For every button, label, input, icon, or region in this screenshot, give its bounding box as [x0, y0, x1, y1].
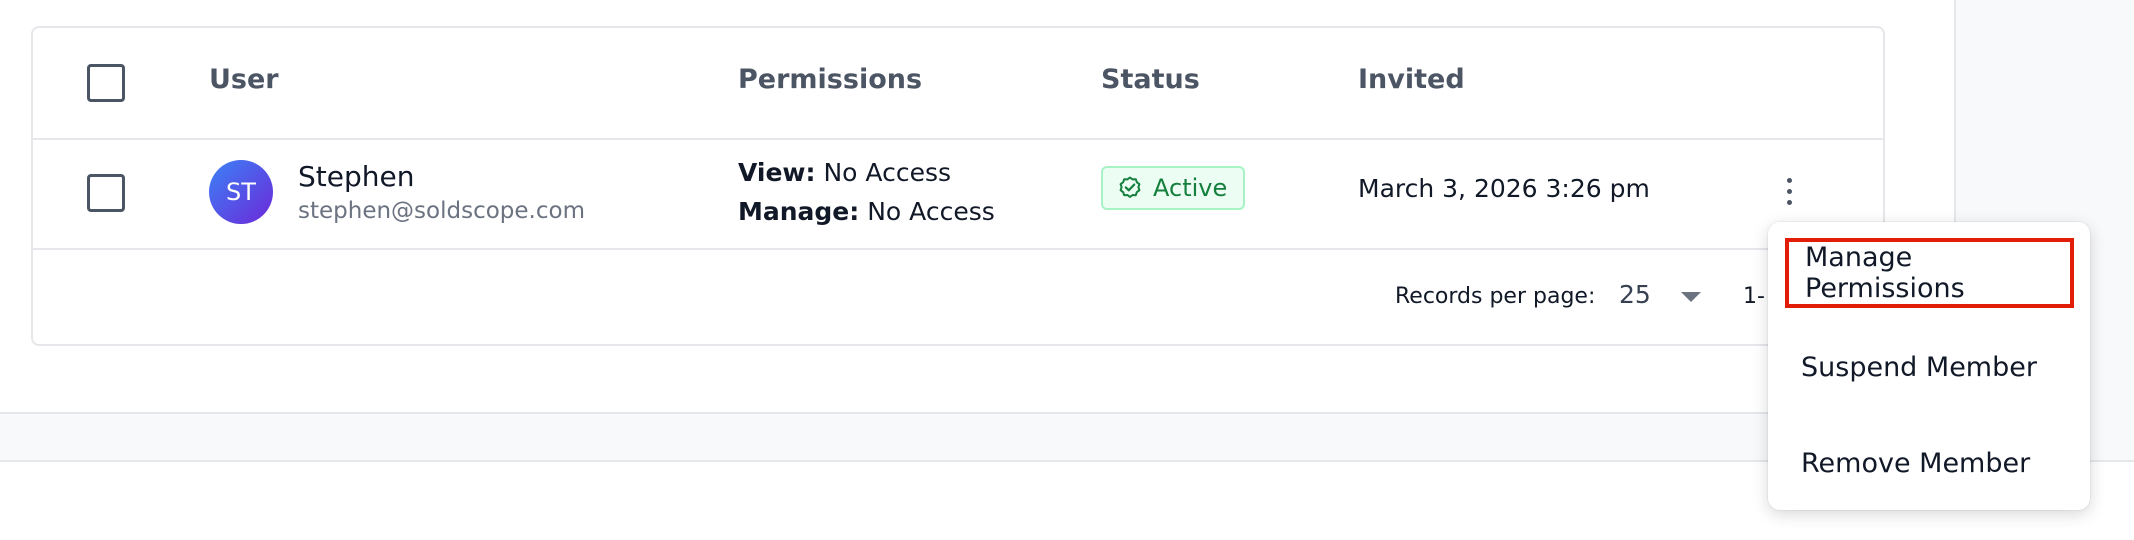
kebab-dot	[1786, 177, 1792, 183]
table-header-row: User Permissions Status Invited	[33, 28, 1883, 140]
status-badge: Active	[1101, 166, 1246, 210]
manage-permission-value: No Access	[867, 197, 995, 226]
content-panel: User Permissions Status Invited ST Steph…	[0, 0, 1954, 414]
check-circle-icon	[1119, 176, 1141, 198]
pagination-range: 1-	[1743, 284, 1765, 309]
pagination-bar: Records per page: 25 1-	[33, 250, 1883, 346]
view-permission-value: No Access	[823, 158, 952, 187]
records-per-page-select[interactable]: 25	[1619, 274, 1729, 318]
column-header-status[interactable]: Status	[1101, 64, 1200, 95]
view-permission-label: View:	[738, 158, 816, 187]
kebab-dot	[1786, 188, 1792, 194]
select-all-checkbox[interactable]	[87, 64, 125, 102]
menu-item-remove-member[interactable]: Remove Member	[1768, 428, 2090, 498]
avatar: ST	[209, 160, 273, 224]
user-email: stephen@soldscope.com	[298, 198, 585, 224]
records-per-page-value: 25	[1619, 280, 1651, 309]
status-text: Active	[1153, 174, 1228, 202]
column-header-invited[interactable]: Invited	[1358, 64, 1465, 95]
members-table: User Permissions Status Invited ST Steph…	[31, 26, 1885, 346]
menu-item-suspend-member[interactable]: Suspend Member	[1768, 332, 2090, 402]
column-header-permissions[interactable]: Permissions	[738, 64, 922, 95]
view-permission: View: No Access	[738, 158, 951, 187]
user-name: Stephen	[298, 160, 415, 193]
page: User Permissions Status Invited ST Steph…	[0, 0, 2134, 540]
column-header-user[interactable]: User	[209, 64, 279, 95]
row-actions-kebab-icon[interactable]	[1777, 164, 1801, 218]
kebab-dot	[1786, 199, 1792, 205]
row-select-checkbox[interactable]	[87, 174, 125, 212]
row-actions-menu: Manage Permissions Suspend Member Remove…	[1768, 222, 2090, 510]
table-row: ST Stephen stephen@soldscope.com View: N…	[33, 138, 1883, 250]
invited-date: March 3, 2026 3:26 pm	[1358, 174, 1650, 203]
menu-item-manage-permissions[interactable]: Manage Permissions	[1785, 238, 2074, 308]
records-per-page-label: Records per page:	[1395, 284, 1596, 309]
manage-permission-label: Manage:	[738, 197, 860, 226]
caret-down-icon	[1681, 292, 1701, 302]
manage-permission: Manage: No Access	[738, 197, 995, 226]
